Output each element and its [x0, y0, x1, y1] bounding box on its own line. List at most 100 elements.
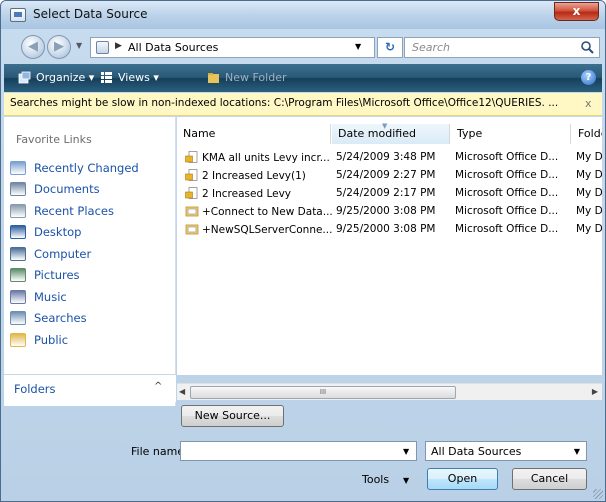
- file-date-cell: 9/25/2000 3:08 PM: [336, 205, 436, 217]
- file-name-dropdown-icon[interactable]: ▼: [403, 447, 409, 456]
- select-data-source-dialog: Select Data Source x ◀ ▶ ▼ ▶ All Data So…: [0, 0, 606, 502]
- file-name-cell: KMA all units Levy incr...: [185, 151, 335, 164]
- file-name-text: 2 Increased Levy(1): [202, 170, 306, 182]
- table-row[interactable]: KMA all units Levy incr... 5/24/2009 3:48…: [177, 149, 602, 167]
- address-dropdown-icon[interactable]: ▼: [355, 42, 361, 51]
- open-button[interactable]: Open: [427, 468, 498, 490]
- address-bar[interactable]: ▶ All Data Sources ▼: [90, 37, 375, 58]
- file-rows: KMA all units Levy incr... 5/24/2009 3:48…: [177, 149, 602, 239]
- file-name-cell: +NewSQLServerConne...: [185, 223, 335, 236]
- views-menu[interactable]: Views ▾: [100, 71, 159, 84]
- file-folder-cell: My D: [576, 187, 602, 199]
- tools-menu[interactable]: Tools: [362, 473, 389, 486]
- connection-file-icon: [185, 224, 199, 235]
- filter-dropdown-icon[interactable]: ▼: [574, 447, 580, 456]
- new-folder-button[interactable]: New Folder: [207, 71, 286, 84]
- file-list: Name ▼Date modified Type Folde KMA all u…: [177, 117, 602, 375]
- close-button[interactable]: x: [554, 2, 599, 21]
- favorite-link-recently-changed[interactable]: Recently Changed: [10, 157, 139, 179]
- folders-toggle[interactable]: Folders ^: [4, 374, 176, 402]
- file-name-cell: 2 Increased Levy(1): [185, 169, 335, 182]
- refresh-button[interactable]: ↻: [377, 37, 403, 58]
- column-header-type[interactable]: Type: [451, 124, 571, 144]
- views-label: Views: [118, 71, 150, 84]
- favorite-link-documents[interactable]: Documents: [10, 179, 139, 201]
- breadcrumb-all-data-sources[interactable]: All Data Sources: [128, 41, 218, 54]
- back-button[interactable]: ◀: [21, 35, 45, 59]
- favorite-link-label: Searches: [34, 311, 87, 326]
- file-type-filter-select[interactable]: All Data Sources ▼: [425, 441, 587, 461]
- search-input[interactable]: Search: [404, 37, 600, 58]
- odc-file-icon: [185, 169, 198, 181]
- file-name-cell: +Connect to New Data...: [185, 205, 335, 218]
- command-bar: Organize ▾ Views ▾ New Folder ?: [4, 64, 602, 92]
- scroll-right-arrow-icon[interactable]: ▶: [592, 387, 598, 396]
- chevron-up-icon[interactable]: ^: [154, 381, 162, 392]
- organize-menu[interactable]: Organize ▾: [18, 71, 94, 84]
- computer-icon: [10, 246, 26, 261]
- file-name-input[interactable]: [180, 441, 417, 461]
- table-row[interactable]: 2 Increased Levy(1) 5/24/2009 2:27 PM Micr…: [177, 167, 602, 185]
- recently-changed-icon: [10, 160, 26, 175]
- table-row[interactable]: 2 Increased Levy 5/24/2009 2:17 PM Microso…: [177, 185, 602, 203]
- file-type-cell: Microsoft Office D...: [455, 223, 559, 235]
- scroll-left-arrow-icon[interactable]: ◀: [179, 387, 185, 396]
- search-placeholder: Search: [412, 41, 451, 54]
- favorite-link-computer[interactable]: Computer: [10, 243, 139, 265]
- column-header-name[interactable]: Name: [177, 124, 331, 144]
- dialog-app-icon: [10, 8, 26, 22]
- date-header-label: Date modified: [338, 127, 416, 140]
- table-row[interactable]: +NewSQLServerConne... 9/25/2000 3:08 PM Mi…: [177, 221, 602, 239]
- connection-file-icon: [185, 206, 199, 217]
- documents-icon: [10, 182, 26, 197]
- new-folder-label: New Folder: [225, 71, 287, 84]
- cancel-button[interactable]: Cancel: [512, 468, 587, 490]
- new-source-button[interactable]: New Source...: [181, 405, 284, 427]
- favorite-link-label: Recently Changed: [34, 160, 139, 175]
- column-header-date-modified[interactable]: ▼ Date modified: [332, 122, 450, 144]
- resize-grip-icon[interactable]: [593, 489, 603, 499]
- tools-dropdown-icon[interactable]: ▼: [403, 476, 409, 485]
- file-type-cell: Microsoft Office D...: [455, 187, 559, 199]
- table-row[interactable]: +Connect to New Data... 9/25/2000 3:08 PM…: [177, 203, 602, 221]
- horizontal-scrollbar[interactable]: ◀ III ▶: [177, 383, 602, 400]
- file-date-cell: 5/24/2009 2:27 PM: [336, 169, 436, 181]
- file-name-text: +Connect to New Data...: [202, 206, 333, 218]
- favorite-link-searches[interactable]: Searches: [10, 308, 139, 330]
- slow-search-info-bar[interactable]: Searches might be slow in non-indexed lo…: [4, 93, 602, 116]
- help-icon[interactable]: ?: [581, 70, 596, 85]
- file-folder-cell: My D: [576, 205, 602, 217]
- info-bar-close-icon[interactable]: x: [585, 97, 592, 110]
- favorite-link-recent-places[interactable]: Recent Places: [10, 200, 139, 222]
- recent-pages-dropdown-icon[interactable]: ▼: [76, 41, 82, 50]
- file-folder-cell: My D: [576, 223, 602, 235]
- file-type-cell: Microsoft Office D...: [455, 151, 559, 163]
- file-type-cell: Microsoft Office D...: [455, 169, 559, 181]
- searches-icon: [10, 311, 26, 326]
- file-name-cell: 2 Increased Levy: [185, 187, 335, 200]
- favorite-link-label: Recent Places: [34, 203, 114, 218]
- file-date-cell: 9/25/2000 3:08 PM: [336, 223, 436, 235]
- favorite-link-music[interactable]: Music: [10, 286, 139, 308]
- column-header-folder[interactable]: Folde: [572, 124, 602, 144]
- favorite-links-list: Recently Changed Documents Recent Places De…: [10, 157, 139, 351]
- odc-file-icon: [185, 151, 198, 163]
- scrollbar-thumb[interactable]: III: [190, 386, 456, 399]
- title-bar: Select Data Source x: [1, 1, 605, 29]
- file-type-cell: Microsoft Office D...: [455, 205, 559, 217]
- favorite-link-pictures[interactable]: Pictures: [10, 265, 139, 287]
- desktop-icon: [10, 225, 26, 240]
- views-icon: [101, 72, 112, 83]
- search-icon[interactable]: [580, 40, 594, 54]
- favorite-link-public[interactable]: Public: [10, 329, 139, 351]
- navigation-bar: ◀ ▶ ▼ ▶ All Data Sources ▼ ↻ Search: [1, 29, 605, 63]
- public-folder-icon: [10, 332, 26, 347]
- favorite-link-label: Desktop: [34, 225, 82, 240]
- file-name-text: KMA all units Levy incr...: [202, 152, 330, 164]
- breadcrumb-arrow-icon[interactable]: ▶: [115, 41, 122, 51]
- favorite-link-label: Public: [34, 332, 69, 347]
- folders-label: Folders: [14, 382, 56, 396]
- favorite-link-desktop[interactable]: Desktop: [10, 222, 139, 244]
- file-folder-cell: My D: [576, 151, 602, 163]
- forward-button[interactable]: ▶: [47, 35, 71, 59]
